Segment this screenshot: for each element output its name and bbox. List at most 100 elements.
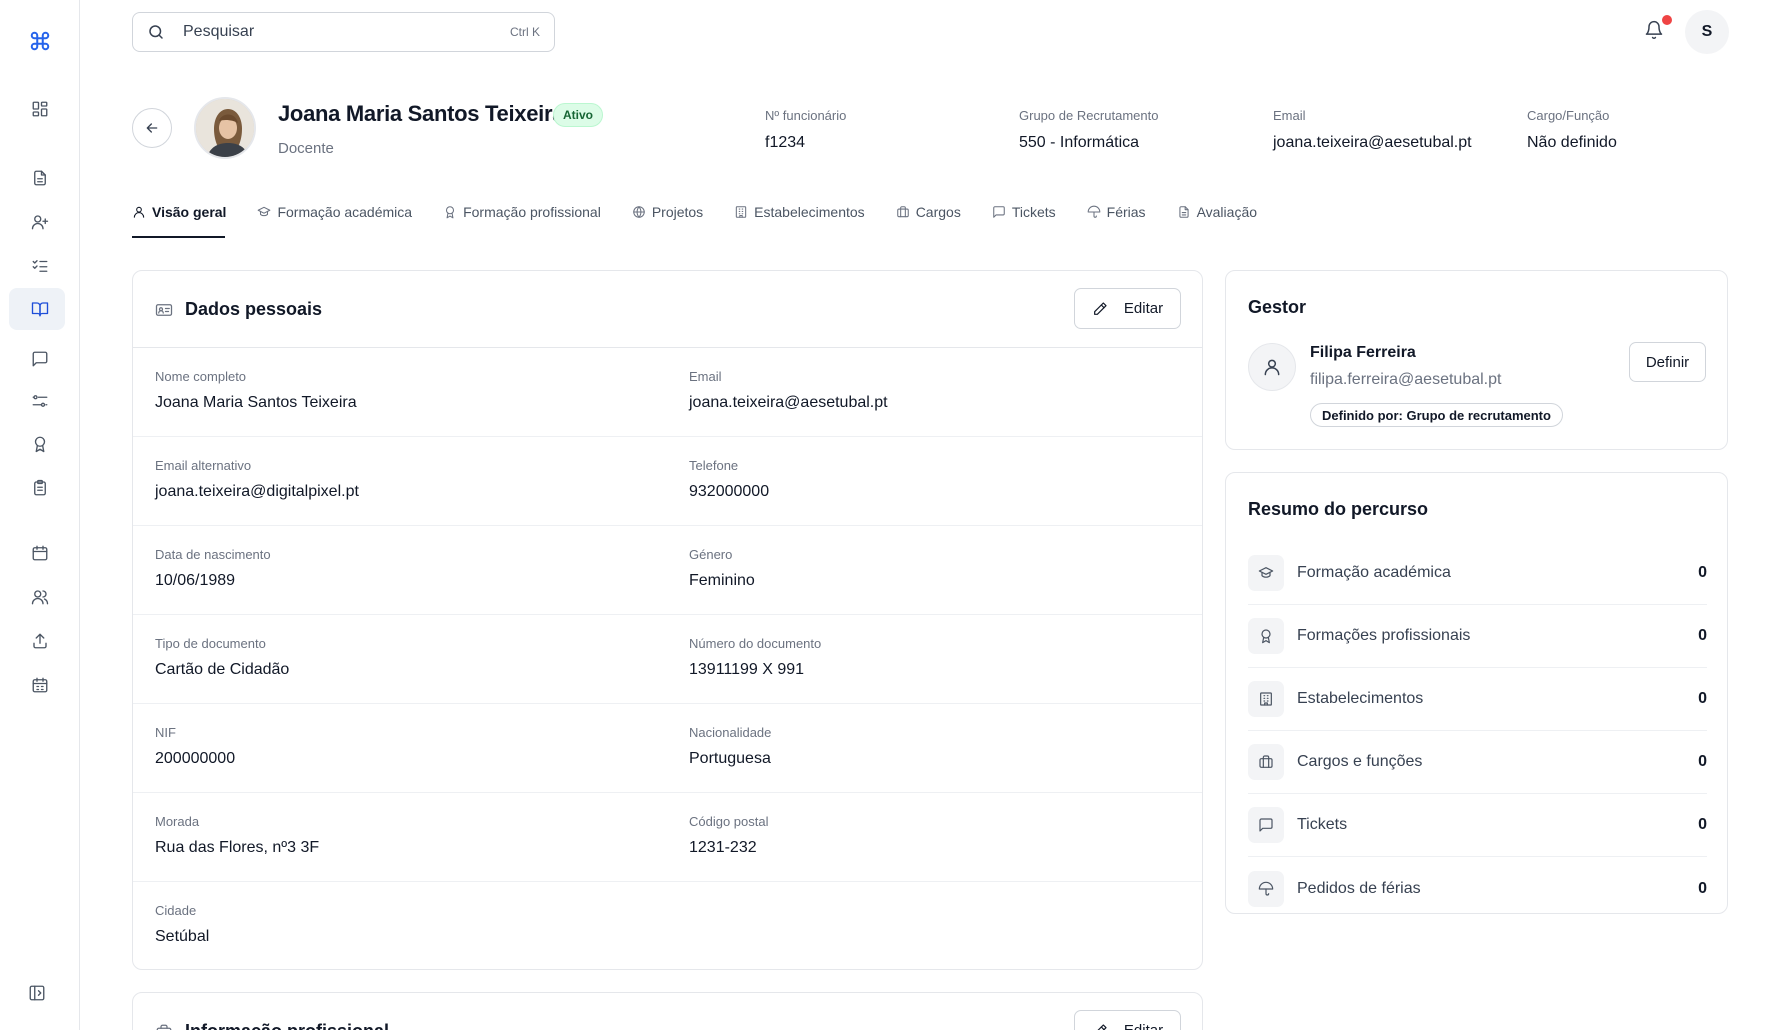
clipboard-icon[interactable] [28, 476, 52, 500]
user-avatar[interactable]: S [1685, 10, 1729, 54]
summary-item[interactable]: Formação académica 0 [1248, 542, 1707, 605]
users-icon[interactable] [28, 585, 52, 609]
user-icon [133, 206, 145, 218]
field-label: NIF [155, 725, 176, 740]
message-icon [993, 206, 1005, 218]
tab-label: Cargos [915, 204, 961, 220]
field-value: joana.teixeira@aesetubal.pt [1273, 134, 1472, 151]
book-open-icon[interactable] [28, 297, 52, 321]
tab-tickets[interactable]: Tickets [992, 200, 1056, 224]
tab-ferias[interactable]: Férias [1087, 200, 1146, 224]
calendar-grid-icon[interactable] [28, 673, 52, 697]
summary-item[interactable]: Pedidos de férias 0 [1248, 857, 1707, 920]
summary-item[interactable]: Estabelecimentos 0 [1248, 668, 1707, 731]
field-value: Joana Maria Santos Teixeira [155, 394, 357, 411]
field-value: f1234 [765, 134, 806, 151]
field-value: 932000000 [689, 483, 770, 500]
tab-label: Projetos [651, 204, 704, 220]
arrow-left-icon [146, 123, 158, 133]
award-icon[interactable] [28, 432, 52, 456]
field-label: Morada [155, 814, 200, 829]
define-manager-button[interactable]: Definir [1629, 342, 1706, 382]
briefcase-icon [155, 1023, 173, 1030]
field-value: 10/06/1989 [155, 572, 236, 589]
field-value: 550 - Informática [1019, 134, 1140, 151]
tab-formacao-profissional[interactable]: Formação profissional [443, 200, 601, 224]
data-field: Número do documento 13911199 X 991 [689, 636, 821, 679]
briefcase-icon [1248, 744, 1284, 780]
data-row: Nome completo Joana Maria Santos Teixeira… [133, 348, 1202, 437]
sidebar [0, 0, 80, 1030]
tab-projetos[interactable]: Projetos [632, 200, 703, 224]
tab-label: Formação profissional [463, 204, 601, 220]
field-value: 200000000 [155, 750, 236, 767]
summary-count: 0 [1698, 690, 1707, 707]
tab-visao-geral[interactable]: Visão geral [132, 200, 226, 224]
card-title: Resumo do percurso [1248, 499, 1429, 519]
award-icon [446, 206, 455, 219]
field-label: Email [1273, 108, 1306, 123]
field-label: Cargo/Função [1527, 108, 1610, 123]
field-value: joana.teixeira@aesetubal.pt [689, 394, 888, 411]
edit-button[interactable]: Editar [1074, 288, 1181, 329]
search-input[interactable] [183, 23, 483, 41]
umbrella-icon [1248, 870, 1284, 907]
summary-item[interactable]: Tickets 0 [1248, 794, 1707, 857]
summary-list: Formação académica 0 Formações profissio… [1248, 542, 1707, 920]
field-label: Telefone [689, 458, 739, 473]
upload-icon[interactable] [28, 629, 52, 653]
field-label: Nº funcionário [765, 108, 847, 123]
command-logo-icon[interactable] [28, 29, 52, 53]
back-button[interactable] [132, 108, 172, 148]
data-row: Cidade Setúbal [133, 882, 1202, 971]
search-box[interactable]: Ctrl K [132, 12, 555, 52]
tab-label: Estabelecimentos [754, 204, 865, 220]
data-row: Data de nascimento 10/06/1989 Género Femin… [133, 526, 1202, 615]
data-field: NIF 200000000 [155, 725, 235, 768]
card-title: Informação profissional [185, 1021, 389, 1030]
calendar-icon[interactable] [28, 541, 52, 565]
document-icon[interactable] [28, 166, 52, 190]
document-icon [1178, 206, 1189, 218]
id-card-icon [155, 301, 173, 319]
manager-name: Filipa Ferreira [1310, 344, 1416, 361]
message-icon[interactable] [28, 347, 52, 371]
tab-cargos[interactable]: Cargos [896, 200, 961, 224]
tab-avaliacao[interactable]: Avaliação [1177, 200, 1257, 224]
user-plus-icon[interactable] [28, 210, 52, 234]
card-header: Informação profissional Editar [133, 993, 1202, 1030]
manager-card: Gestor Filipa Ferreira filipa.ferreira@a… [1225, 270, 1728, 450]
data-row: Tipo de documento Cartão de Cidadão Númer… [133, 615, 1202, 704]
sidebar-toggle-icon[interactable] [28, 984, 48, 1004]
summary-item[interactable]: Formações profissionais 0 [1248, 605, 1707, 668]
tab-estabelecimentos[interactable]: Estabelecimentos [734, 200, 865, 224]
summary-count: 0 [1698, 564, 1707, 581]
tab-formacao-academica[interactable]: Formação académica [257, 200, 412, 224]
umbrella-icon [1087, 205, 1101, 218]
personal-data-card: Dados pessoais Editar Nome completo Joana… [132, 270, 1203, 970]
globe-icon [633, 206, 645, 218]
briefcase-icon [896, 206, 909, 218]
summary-count: 0 [1698, 879, 1707, 897]
summary-label: Formações profissionais [1297, 627, 1471, 644]
summary-label: Estabelecimentos [1297, 690, 1424, 707]
summary-count: 0 [1698, 753, 1707, 770]
tab-label: Visão geral [152, 204, 227, 220]
sliders-icon[interactable] [28, 389, 52, 413]
employee-role: Docente [278, 140, 334, 157]
edit-button[interactable]: Editar [1074, 1010, 1181, 1030]
dashboard-icon[interactable] [28, 97, 52, 121]
field-value: Feminino [689, 572, 755, 589]
field-label: Nome completo [155, 369, 247, 384]
data-field: Nome completo Joana Maria Santos Teixeira [155, 369, 357, 412]
summary-card: Resumo do percurso Formação académica 0 … [1225, 472, 1728, 914]
field-label: Tipo de documento [155, 636, 266, 651]
status-badge: Ativo [553, 103, 603, 127]
award-icon [1248, 618, 1284, 654]
summary-label: Tickets [1297, 816, 1348, 833]
checklist-icon[interactable] [28, 254, 52, 278]
summary-item[interactable]: Cargos e funções 0 [1248, 731, 1707, 794]
field-value: Rua das Flores, nº3 3F [155, 839, 320, 856]
field-label: Email alternativo [155, 458, 252, 473]
card-header: Dados pessoais Editar [133, 271, 1202, 348]
